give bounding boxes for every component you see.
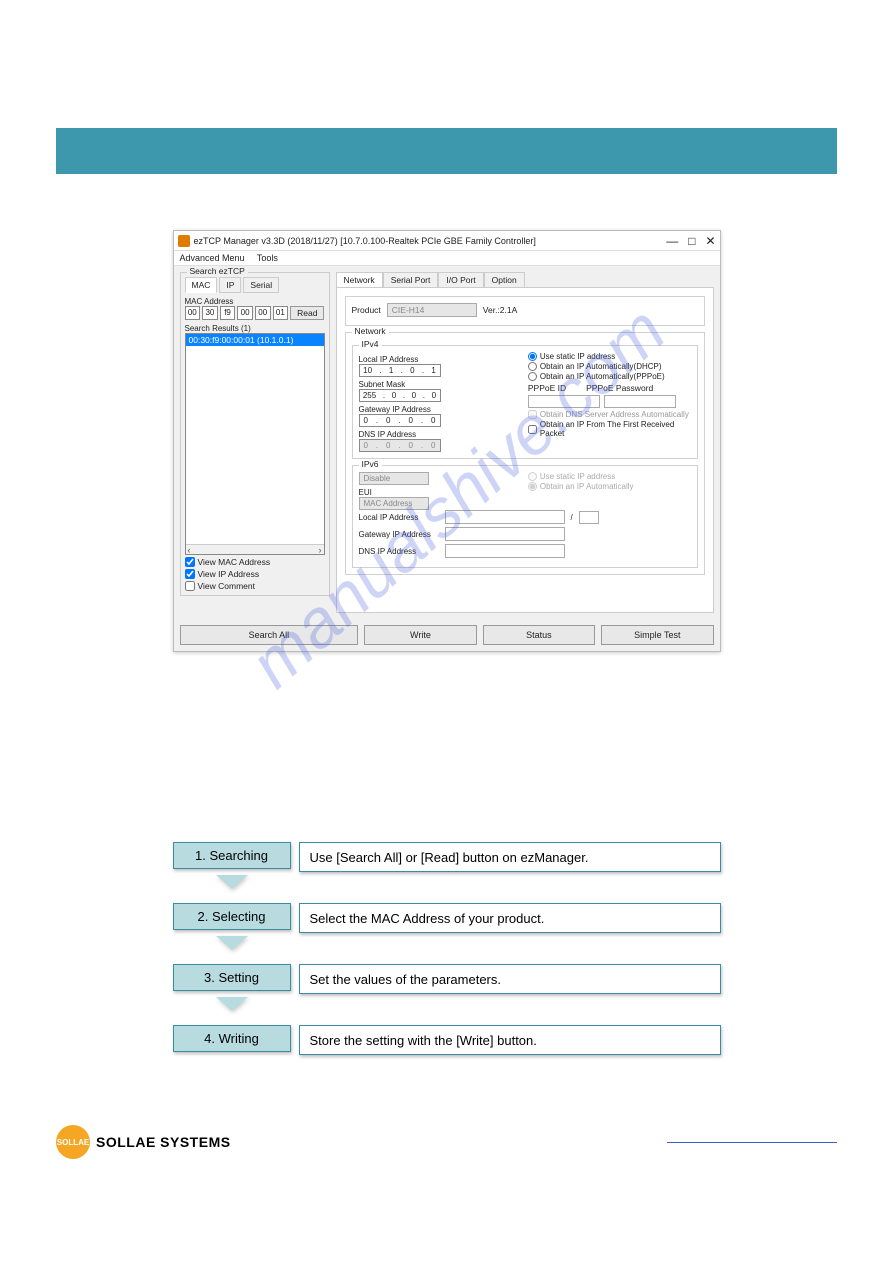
mac-oct-2[interactable]: f9: [220, 306, 236, 320]
menu-advanced[interactable]: Advanced Menu: [180, 253, 245, 263]
mac-oct-1[interactable]: 30: [202, 306, 218, 320]
titlebar: ezTCP Manager v3.3D (2018/11/27) [10.7.0…: [174, 231, 720, 251]
pppoe-id-input[interactable]: [528, 395, 600, 408]
minimize-icon[interactable]: —: [666, 234, 678, 248]
menubar: Advanced Menu Tools: [174, 251, 720, 266]
sollae-logo-icon: SOLLAE: [56, 1125, 90, 1159]
pppoe-pw-label: PPPoE Password: [586, 383, 653, 393]
local-ip-label: Local IP Address: [359, 355, 518, 364]
mac-oct-5[interactable]: 01: [273, 306, 289, 320]
network-panel: Product CIE-H14 Ver.:2.1A Network IPv4 L…: [336, 287, 714, 613]
menu-tools[interactable]: Tools: [257, 253, 278, 263]
network-fset-title: Network: [352, 326, 389, 336]
subnet-label: Subnet Mask: [359, 380, 518, 389]
ezmanager-window: ezTCP Manager v3.3D (2018/11/27) [10.7.0…: [173, 230, 721, 652]
radio-v6-static: Use static IP address: [528, 472, 691, 481]
dns-input[interactable]: 0.0.0.0: [359, 439, 441, 452]
v6-gw-input[interactable]: [445, 527, 565, 541]
step-1-title: 1. Searching: [173, 842, 291, 869]
tab-io-port[interactable]: I/O Port: [438, 272, 483, 287]
step-4-title: 4. Writing: [173, 1025, 291, 1052]
v6-dns-input[interactable]: [445, 544, 565, 558]
scrollbar-h[interactable]: ‹›: [186, 544, 324, 554]
gateway-label: Gateway IP Address: [359, 405, 518, 414]
tab-ip[interactable]: IP: [219, 277, 241, 293]
search-all-button[interactable]: Search All: [180, 625, 359, 645]
window-title: ezTCP Manager v3.3D (2018/11/27) [10.7.0…: [194, 236, 667, 246]
v6-slash: /: [571, 513, 573, 522]
tab-serial[interactable]: Serial: [243, 277, 279, 293]
arrow-down-icon: [216, 875, 248, 889]
local-ip-input[interactable]: 10.1.0.1: [359, 364, 441, 377]
step-2-title: 2. Selecting: [173, 903, 291, 930]
v6-dns-label: DNS IP Address: [359, 547, 439, 556]
ipv6-title: IPv6: [359, 459, 382, 469]
result-row[interactable]: 00:30:f9:00:00:01 (10.1.0.1): [186, 334, 324, 346]
version-label: Ver.:2.1A: [483, 305, 518, 315]
mac-oct-3[interactable]: 00: [237, 306, 253, 320]
read-button[interactable]: Read: [290, 306, 324, 320]
arrow-down-icon: [216, 936, 248, 950]
step-4-desc: Store the setting with the [Write] butto…: [299, 1025, 721, 1055]
cb-first-packet[interactable]: Obtain an IP From The First Received Pac…: [528, 420, 691, 438]
chk-view-comment[interactable]: View Comment: [185, 581, 325, 591]
close-icon[interactable]: ✕: [705, 234, 715, 248]
status-button[interactable]: Status: [483, 625, 595, 645]
radio-dhcp[interactable]: Obtain an IP Automatically(DHCP): [528, 362, 691, 371]
subnet-input[interactable]: 255.0.0.0: [359, 389, 441, 402]
chk-view-mac[interactable]: View MAC Address: [185, 557, 325, 567]
step-3-title: 3. Setting: [173, 964, 291, 991]
search-group: Search ezTCP MAC IP Serial MAC Address 0…: [180, 272, 330, 596]
write-button[interactable]: Write: [364, 625, 476, 645]
mac-oct-0[interactable]: 00: [185, 306, 201, 320]
step-2-desc: Select the MAC Address of your product.: [299, 903, 721, 933]
footer-line: [667, 1142, 837, 1143]
radio-static[interactable]: Use static IP address: [528, 352, 691, 361]
v6-gw-label: Gateway IP Address: [359, 530, 439, 539]
results-label: Search Results (1): [185, 324, 325, 333]
arrow-down-icon: [216, 997, 248, 1011]
tab-network[interactable]: Network: [336, 272, 383, 287]
ipv4-title: IPv4: [359, 339, 382, 349]
eui-combo[interactable]: MAC Address: [359, 497, 429, 510]
pppoe-pw-input[interactable]: [604, 395, 676, 408]
footer-text: SOLLAE SYSTEMS: [96, 1134, 231, 1150]
dns-label: DNS IP Address: [359, 430, 518, 439]
pppoe-id-label: PPPoE ID: [528, 383, 566, 393]
radio-v6-auto: Obtain an IP Automatically: [528, 482, 691, 491]
tab-mac[interactable]: MAC: [185, 277, 218, 293]
app-icon: [178, 235, 190, 247]
eui-label: EUI: [359, 488, 518, 497]
gateway-input[interactable]: 0.0.0.0: [359, 414, 441, 427]
search-group-title: Search ezTCP: [187, 266, 248, 276]
top-banner: [56, 128, 837, 174]
step-1-desc: Use [Search All] or [Read] button on ezM…: [299, 842, 721, 872]
product-combo[interactable]: CIE-H14: [387, 303, 477, 317]
cb-dns-auto: Obtain DNS Server Address Automatically: [528, 410, 691, 419]
step-3-desc: Set the values of the parameters.: [299, 964, 721, 994]
mac-oct-4[interactable]: 00: [255, 306, 271, 320]
mac-label: MAC Address: [185, 297, 325, 306]
tab-option[interactable]: Option: [484, 272, 525, 287]
tab-serial-port[interactable]: Serial Port: [383, 272, 439, 287]
product-label: Product: [352, 305, 381, 315]
simple-test-button[interactable]: Simple Test: [601, 625, 713, 645]
radio-pppoe[interactable]: Obtain an IP Automatically(PPPoE): [528, 372, 691, 381]
v6-local-input[interactable]: [445, 510, 565, 524]
maximize-icon[interactable]: □: [688, 234, 695, 248]
v6-local-label: Local IP Address: [359, 513, 439, 522]
results-list[interactable]: 00:30:f9:00:00:01 (10.1.0.1) ‹›: [185, 333, 325, 555]
chk-view-ip[interactable]: View IP Address: [185, 569, 325, 579]
steps-diagram: 1. Searching Use [Search All] or [Read] …: [173, 842, 721, 1055]
v6-prefix-input[interactable]: [579, 511, 599, 524]
ipv6-mode-combo[interactable]: Disable: [359, 472, 429, 485]
